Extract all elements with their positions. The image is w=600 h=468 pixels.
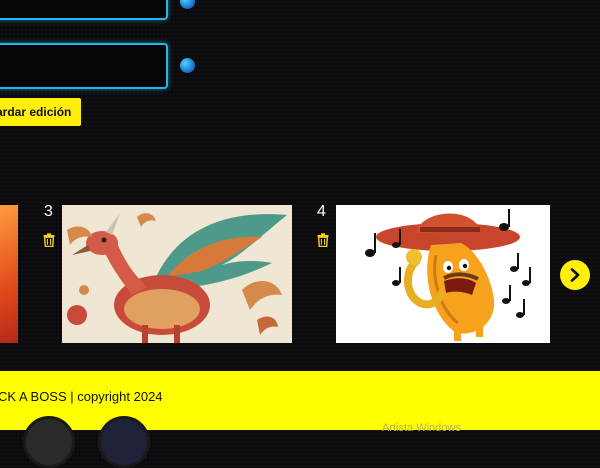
status-dot-icon [180, 58, 195, 73]
save-edit-button[interactable]: ardar edición [0, 98, 82, 126]
carousel-next-button[interactable] [560, 260, 590, 290]
carousel-thumbnail[interactable] [336, 205, 550, 343]
trash-icon[interactable] [317, 233, 329, 248]
footer-copyright: CK A BOSS | copyright 2024 [0, 389, 163, 404]
carousel-thumbnail-previous[interactable] [0, 205, 18, 343]
footer-partial-text: Artista Windows [382, 422, 461, 434]
social-avatar-icon[interactable] [23, 416, 75, 468]
item-number: 3 [44, 203, 53, 220]
trash-icon[interactable] [43, 233, 55, 248]
mariachi-sausage-illustration [336, 205, 550, 343]
footer: CK A BOSS | copyright 2024 [0, 371, 600, 430]
item-number: 4 [317, 203, 326, 220]
carousel-thumbnail[interactable] [62, 205, 292, 343]
social-avatar-icon[interactable] [98, 416, 150, 468]
image-carousel: 3 4 [0, 195, 600, 355]
text-field-2[interactable] [0, 43, 168, 89]
status-dot-icon [180, 0, 195, 9]
text-field-1[interactable] [0, 0, 168, 20]
gryphon-illustration [62, 205, 292, 343]
chevron-right-icon [570, 268, 580, 282]
